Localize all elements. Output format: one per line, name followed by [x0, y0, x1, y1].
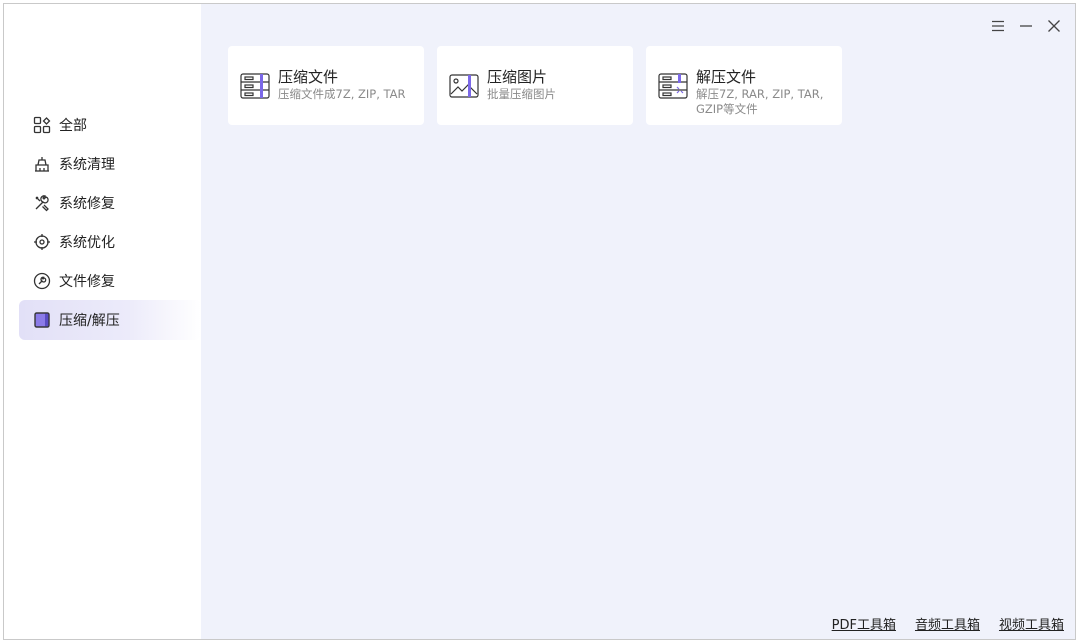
sidebar-item-system-optimize[interactable]: 系统优化	[19, 222, 201, 261]
menu-icon[interactable]	[989, 17, 1007, 35]
sidebar-nav: 全部 系统清理 系统修复 系统优化 文件修复 压缩/解压	[19, 105, 201, 340]
compress-file-icon	[240, 72, 270, 100]
sidebar-item-system-clean[interactable]: 系统清理	[19, 144, 201, 183]
footer-links: PDF工具箱 音频工具箱 视频工具箱	[832, 614, 1064, 633]
sidebar: 全部 系统清理 系统修复 系统优化 文件修复 压缩/解压	[4, 4, 201, 639]
compress-image-icon	[449, 72, 479, 100]
file-repair-icon	[33, 272, 51, 290]
card-title: 压缩图片	[487, 68, 548, 86]
close-icon[interactable]	[1045, 17, 1063, 35]
grid-icon	[33, 116, 51, 134]
minimize-icon[interactable]	[1017, 17, 1035, 35]
video-toolbox-link[interactable]: 视频工具箱	[999, 614, 1064, 633]
sidebar-item-label: 全部	[59, 117, 87, 134]
extract-file-card[interactable]: 解压文件 解压7Z, RAR, ZIP, TAR, GZIP等文件	[646, 46, 842, 125]
extract-file-icon	[658, 72, 688, 100]
sidebar-item-label: 文件修复	[59, 273, 115, 290]
card-title: 解压文件	[696, 68, 757, 86]
card-title: 压缩文件	[278, 68, 339, 86]
card-subtitle: 压缩文件成7Z, ZIP, TAR	[278, 87, 406, 101]
sidebar-item-label: 系统清理	[59, 156, 115, 173]
main-panel: 压缩文件 压缩文件成7Z, ZIP, TAR 压缩图片 批量压缩图片 解压文件 …	[201, 4, 1075, 639]
audio-toolbox-link[interactable]: 音频工具箱	[915, 614, 980, 633]
compress-image-card[interactable]: 压缩图片 批量压缩图片	[437, 46, 633, 125]
sidebar-item-label: 系统优化	[59, 234, 115, 251]
broom-icon	[33, 155, 51, 173]
sidebar-item-file-repair[interactable]: 文件修复	[19, 261, 201, 300]
sidebar-item-label: 系统修复	[59, 195, 115, 212]
app-window: 全部 系统清理 系统修复 系统优化 文件修复 压缩/解压 压缩文件 压缩文件成7…	[3, 3, 1076, 640]
tool-cards: 压缩文件 压缩文件成7Z, ZIP, TAR 压缩图片 批量压缩图片 解压文件 …	[228, 46, 842, 125]
compress-file-card[interactable]: 压缩文件 压缩文件成7Z, ZIP, TAR	[228, 46, 424, 125]
sidebar-item-all[interactable]: 全部	[19, 105, 201, 144]
window-controls	[989, 17, 1063, 35]
pdf-toolbox-link[interactable]: PDF工具箱	[832, 614, 896, 633]
wrench-icon	[33, 194, 51, 212]
target-icon	[33, 233, 51, 251]
sidebar-item-compress-extract[interactable]: 压缩/解压	[19, 300, 201, 340]
sidebar-item-label: 压缩/解压	[59, 313, 120, 329]
sidebar-item-system-repair[interactable]: 系统修复	[19, 183, 201, 222]
card-subtitle: 批量压缩图片	[487, 87, 556, 101]
card-subtitle: 解压7Z, RAR, ZIP, TAR, GZIP等文件	[696, 87, 824, 116]
archive-icon	[33, 311, 51, 329]
